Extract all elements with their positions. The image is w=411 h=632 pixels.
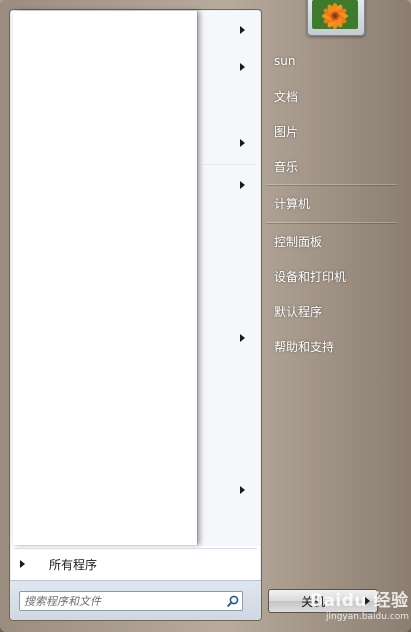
places-separator xyxy=(266,222,397,223)
search-box[interactable] xyxy=(19,591,243,611)
pictures-label: 图片 xyxy=(274,124,299,139)
all-programs-button[interactable]: 所有程序 xyxy=(11,551,260,577)
music-link[interactable]: 音乐 xyxy=(264,152,399,180)
watermark-url: jingyan.baidu.com xyxy=(326,612,410,622)
jumplist-arrow-icon[interactable] xyxy=(240,334,245,342)
help-support-label: 帮助和支持 xyxy=(274,339,335,354)
jumplist-arrow-icon[interactable] xyxy=(240,139,245,147)
computer-label: 计算机 xyxy=(274,196,311,211)
user-avatar[interactable] xyxy=(307,0,365,36)
music-label: 音乐 xyxy=(274,159,299,174)
computer-link[interactable]: 计算机 xyxy=(264,189,399,217)
pinned-separator xyxy=(202,164,255,165)
search-icon[interactable] xyxy=(224,593,242,609)
devices-printers-link[interactable]: 设备和打印机 xyxy=(264,262,399,290)
all-programs-label: 所有程序 xyxy=(49,557,98,572)
shutdown-button[interactable]: 关机 xyxy=(268,589,358,613)
documents-link[interactable]: 文档 xyxy=(264,82,399,110)
pictures-link[interactable]: 图片 xyxy=(264,117,399,145)
jumplist-arrow-icon[interactable] xyxy=(240,181,245,189)
all-programs-separator xyxy=(14,548,257,549)
default-programs-label: 默认程序 xyxy=(274,304,323,319)
places-separator xyxy=(266,184,397,185)
options-arrow-icon xyxy=(364,597,370,605)
shutdown-label: 关机 xyxy=(300,594,325,609)
jumplist-arrow-icon[interactable] xyxy=(240,63,245,71)
control-panel-link[interactable]: 控制面板 xyxy=(264,227,399,255)
devices-printers-label: 设备和打印机 xyxy=(274,269,347,284)
shutdown-options-button[interactable] xyxy=(357,589,378,613)
help-support-link[interactable]: 帮助和支持 xyxy=(264,332,399,360)
programs-pane: 所有程序 xyxy=(9,9,262,621)
user-name: sun xyxy=(274,54,296,68)
flower-avatar-icon xyxy=(312,0,358,29)
documents-label: 文档 xyxy=(274,89,299,104)
search-strip xyxy=(10,580,261,620)
start-menu: 所有程序 搜索程序和文件 sun 文档 图片 音乐 计算机 控制面板 设备和打印… xyxy=(0,0,411,632)
jumplist-arrow-icon[interactable] xyxy=(240,486,245,494)
default-programs-link[interactable]: 默认程序 xyxy=(264,297,399,325)
expand-arrow-icon xyxy=(20,560,25,568)
jump-list-popup xyxy=(13,11,197,545)
user-folder-link[interactable]: sun xyxy=(264,47,399,75)
jumplist-arrow-icon[interactable] xyxy=(240,26,245,34)
control-panel-label: 控制面板 xyxy=(274,234,323,249)
program-list xyxy=(11,11,260,546)
search-input[interactable] xyxy=(20,593,224,609)
